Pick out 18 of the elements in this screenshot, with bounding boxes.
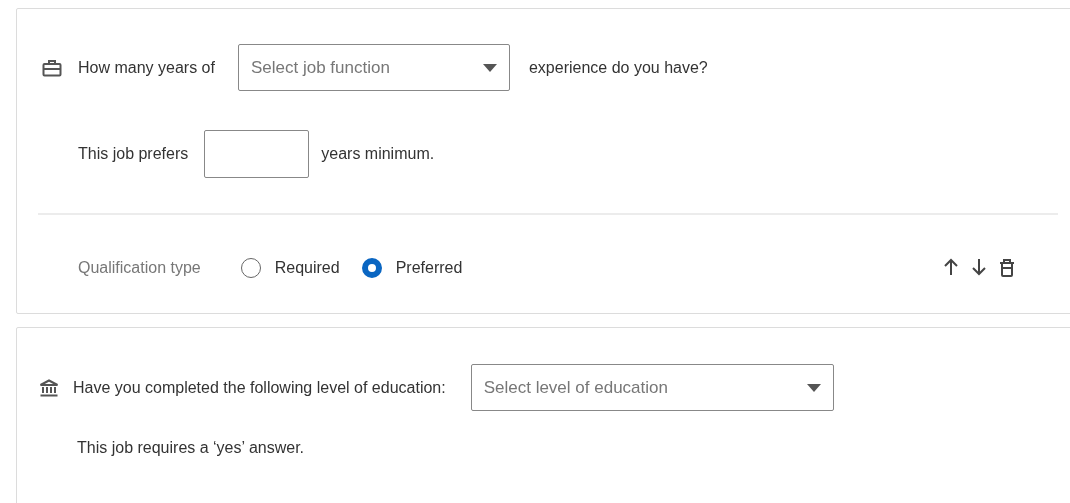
job-function-dropdown[interactable]: Select job function xyxy=(237,44,510,91)
education-dropdown[interactable]: Select level of education xyxy=(470,364,834,411)
caret-icon xyxy=(482,63,497,72)
caret-icon xyxy=(806,383,821,392)
minimum-suffix: years minimum. xyxy=(321,145,435,163)
question-text: How many years of xyxy=(78,58,215,77)
delete-button[interactable] xyxy=(997,256,1017,280)
radio-option[interactable]: Required xyxy=(240,258,340,278)
radio-button[interactable] xyxy=(361,258,382,278)
years-input[interactable] xyxy=(204,130,310,178)
briefcase-icon xyxy=(42,58,62,77)
note-text: This job requires a ‘yes’ answer. xyxy=(77,439,305,457)
question-text: experience do you have? xyxy=(528,58,708,77)
radio-option[interactable]: Preferred xyxy=(361,258,463,278)
qualification-label: Qualification type xyxy=(78,259,201,277)
question-text: Have you completed the following level of education: xyxy=(73,378,446,397)
minimum-label: This job prefers xyxy=(78,145,189,163)
bank-icon xyxy=(39,378,59,397)
